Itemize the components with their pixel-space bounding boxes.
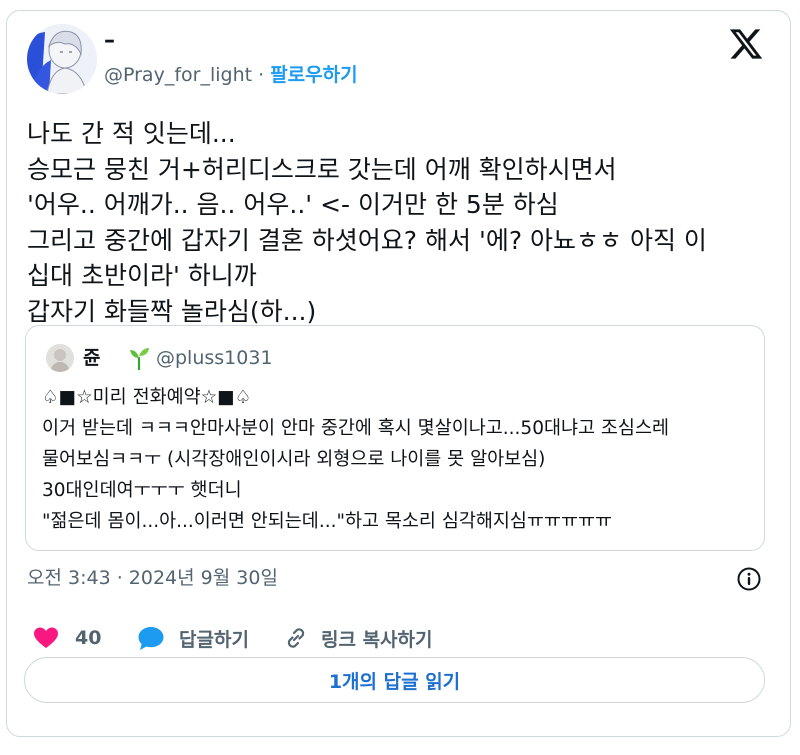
reply-button[interactable]: 답글하기 — [137, 624, 249, 652]
author-handle[interactable]: @Pray_for_light — [104, 64, 252, 86]
tweet-line: '어우.. 어깨가.. 음.. 어우..' <- 이거만 한 5분 하심 — [27, 190, 559, 219]
like-button[interactable]: 40 — [33, 624, 101, 652]
quoted-line: 이거 받는데 ㅋㅋㅋ안마사분이 안마 중간에 혹시 몇살이나고...50대냐고 … — [42, 418, 669, 439]
quoted-line: 30대인데여ㅜㅜㅜ 햇더니 — [42, 480, 242, 501]
info-icon[interactable] — [736, 566, 762, 592]
like-count: 40 — [75, 627, 102, 649]
quoted-line: "젊은데 몸이...아...이러면 안되는데..."하고 목소리 심각해지심ㅠㅠ… — [42, 511, 613, 532]
seedling-icon — [130, 348, 149, 370]
author-display-name[interactable]: – — [104, 28, 115, 54]
quoted-line: ♤■☆미리 전화예약☆■♤ — [42, 387, 252, 408]
quoted-line: 물어보심ㅋㅋㅜ (시각장애인이시라 외형으로 나이를 못 알아보심) — [42, 449, 546, 470]
tweet-timestamp[interactable]: 오전 3:43 · 2024년 9월 30일 — [27, 565, 278, 591]
quoted-author-handle[interactable]: @pluss1031 — [156, 344, 273, 372]
follow-link[interactable]: 팔로우하기 — [270, 64, 357, 86]
copy-link-button[interactable]: 링크 복사하기 — [283, 624, 433, 652]
read-replies-button[interactable]: 1개의 답글 읽기 — [24, 657, 765, 703]
reply-label: 답글하기 — [179, 628, 249, 651]
tweet-line: 승모근 뭉친 거+허리디스크로 갓는데 어깨 확인하시면서 — [27, 154, 617, 184]
quoted-tweet[interactable]: 쥰 @pluss1031 ♤■☆미리 전화예약☆■♤ 이거 받는데 ㅋㅋㅋ안마사… — [25, 325, 765, 551]
tweet-text: 나도 간 적 잇는데... 승모근 뭉친 거+허리디스크로 갓는데 어깨 확인하… — [27, 116, 767, 329]
quoted-author-name[interactable]: 쥰 — [83, 344, 100, 372]
tweet-line: 십대 초반이라' 하니까 — [27, 261, 257, 290]
tweet-line: 나도 간 적 잇는데... — [27, 119, 236, 148]
link-icon — [287, 628, 305, 648]
reply-bubble-icon — [138, 627, 164, 650]
copy-link-label: 링크 복사하기 — [321, 628, 433, 651]
tweet-line: 그리고 중간에 갑자기 결혼 하셧어요? 해서 '에? 아뇨ㅎㅎ 아직 이 — [27, 225, 707, 255]
heart-icon — [34, 627, 58, 648]
handle-separator: · — [252, 64, 271, 86]
quoted-tweet-text: ♤■☆미리 전화예약☆■♤ 이거 받는데 ㅋㅋㅋ안마사분이 안마 중간에 혹시 … — [42, 382, 757, 537]
quoted-author-avatar[interactable] — [46, 344, 74, 372]
author-avatar[interactable] — [27, 24, 97, 94]
author-handle-row: @Pray_for_light · 팔로우하기 — [104, 62, 358, 88]
x-logo-icon[interactable] — [728, 26, 764, 62]
tweet-line: 갑자기 화들짝 놀라심(하...) — [27, 296, 317, 326]
action-bar: 40 답글하기 링크 복사하기 — [27, 624, 767, 652]
